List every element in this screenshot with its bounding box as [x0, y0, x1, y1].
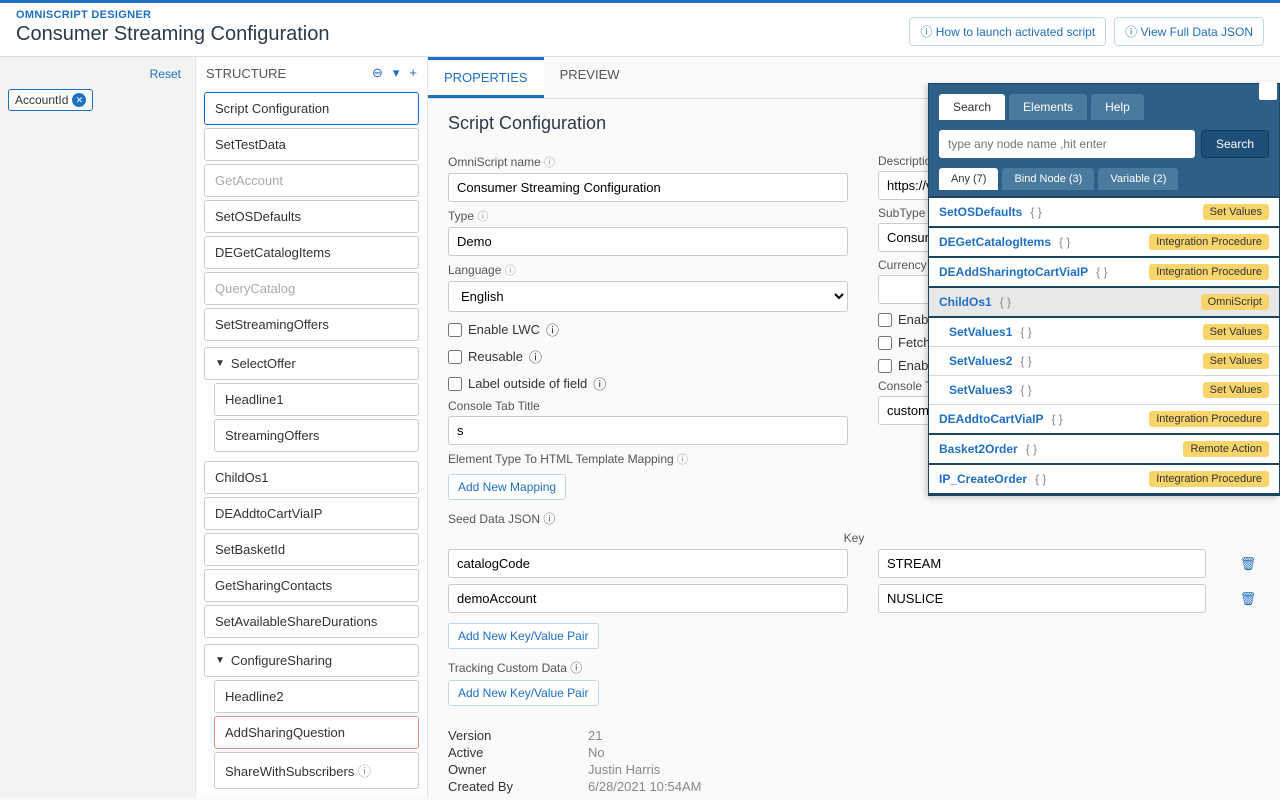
- add-icon[interactable]: +: [409, 65, 417, 81]
- result-badge: Integration Procedure: [1149, 411, 1269, 427]
- name-input[interactable]: [448, 173, 848, 202]
- structure-group-selectoffer[interactable]: ▼ SelectOffer: [204, 347, 419, 380]
- structure-item[interactable]: Headline1: [214, 383, 419, 416]
- result-badge: Set Values: [1203, 204, 1269, 220]
- language-select[interactable]: English: [448, 281, 848, 312]
- search-result-item[interactable]: SetValues1{ }Set Values: [929, 318, 1279, 347]
- search-result-item[interactable]: Basket2Order{ }Remote Action: [929, 435, 1279, 465]
- result-badge: Set Values: [1203, 324, 1269, 340]
- label-console-title: Console Tab Title: [448, 399, 848, 413]
- type-input[interactable]: [448, 227, 848, 256]
- trash-icon[interactable]: 🗑: [1236, 591, 1260, 607]
- structure-item[interactable]: SetStreamingOffers: [204, 308, 419, 341]
- label-mapping: Element Type To HTML Template Mapping ⓘ: [448, 451, 848, 467]
- close-icon[interactable]: ✕: [72, 93, 86, 107]
- label-language: Language ⓘ: [448, 262, 848, 278]
- tab-preview[interactable]: PREVIEW: [544, 57, 636, 98]
- result-badge: Set Values: [1203, 353, 1269, 369]
- structure-item[interactable]: SetTestData: [204, 128, 419, 161]
- search-result-item[interactable]: SetValues2{ }Set Values: [929, 347, 1279, 376]
- filter-variable[interactable]: Variable (2): [1098, 168, 1178, 190]
- seed-key-input[interactable]: [448, 584, 848, 613]
- reset-link[interactable]: Reset: [8, 65, 187, 89]
- caret-icon: ▼: [215, 358, 225, 369]
- structure-item[interactable]: DEGetCatalogItems: [204, 236, 419, 269]
- structure-item[interactable]: StreamingOffers: [214, 419, 419, 452]
- filter-bind[interactable]: Bind Node (3): [1002, 168, 1094, 190]
- filter-any[interactable]: Any (7): [939, 168, 998, 190]
- add-kv-button[interactable]: Add New Key/Value Pair: [448, 623, 599, 649]
- label-tracking: Tracking Custom Data ⓘ: [448, 659, 1260, 676]
- structure-item[interactable]: Headline2: [214, 680, 419, 713]
- account-id-pill[interactable]: AccountId ✕: [8, 89, 93, 111]
- label-type: Type ⓘ: [448, 208, 848, 224]
- label-name: OmniScript name ⓘ: [448, 154, 848, 170]
- close-panel-button[interactable]: [1259, 82, 1277, 100]
- structure-item[interactable]: QueryCatalog: [204, 272, 419, 305]
- caret-icon: ▼: [215, 655, 225, 666]
- collapse-icon[interactable]: ⊖: [372, 65, 383, 81]
- structure-item[interactable]: GetAccount: [204, 164, 419, 197]
- enable-lwc-checkbox[interactable]: [448, 323, 462, 337]
- structure-item[interactable]: ShareWithSubscribers ⓘ: [214, 752, 419, 789]
- fetch-pic-checkbox[interactable]: [878, 336, 892, 350]
- structure-item[interactable]: GetSharingContacts: [204, 569, 419, 602]
- structure-item[interactable]: DEAddtoCartViaIP: [204, 497, 419, 530]
- search-result-item[interactable]: DEAddSharingtoCartViaIP{ }Integration Pr…: [929, 258, 1279, 288]
- tab-properties[interactable]: PROPERTIES: [428, 57, 544, 98]
- result-badge: Remote Action: [1183, 441, 1269, 457]
- result-badge: Integration Procedure: [1149, 234, 1269, 250]
- seed-value-input[interactable]: [878, 549, 1206, 578]
- enable-t-checkbox[interactable]: [878, 313, 892, 327]
- structure-group-configuresharing[interactable]: ▼ ConfigureSharing: [204, 644, 419, 677]
- trash-icon[interactable]: 🗑: [1236, 556, 1260, 572]
- result-badge: Integration Procedure: [1149, 471, 1269, 487]
- search-button[interactable]: Search: [1201, 130, 1269, 158]
- structure-item[interactable]: SetBasketId: [204, 533, 419, 566]
- enable-u-checkbox[interactable]: [878, 359, 892, 373]
- search-result-item[interactable]: DEGetCatalogItems{ }Integration Procedur…: [929, 228, 1279, 258]
- result-badge: Set Values: [1203, 382, 1269, 398]
- seed-key-input[interactable]: [448, 549, 848, 578]
- search-result-item[interactable]: IP_CreateOrder{ }Integration Procedure: [929, 465, 1279, 495]
- how-to-launch-button[interactable]: How to launch activated script: [909, 17, 1106, 46]
- search-tab[interactable]: Search: [939, 94, 1005, 120]
- elements-tab[interactable]: Elements: [1009, 94, 1087, 120]
- add-mapping-button[interactable]: Add New Mapping: [448, 474, 566, 500]
- search-input[interactable]: [939, 130, 1195, 158]
- page-title: Consumer Streaming Configuration: [16, 23, 330, 46]
- result-badge: OmniScript: [1201, 294, 1269, 310]
- structure-heading: STRUCTURE: [206, 66, 286, 81]
- help-tab[interactable]: Help: [1091, 94, 1144, 120]
- add-kv-tracking-button[interactable]: Add New Key/Value Pair: [448, 680, 599, 706]
- seed-value-input[interactable]: [878, 584, 1206, 613]
- search-result-item[interactable]: SetOSDefaults{ }Set Values: [929, 198, 1279, 228]
- search-panel: Search Elements Help Search Any (7) Bind…: [928, 83, 1280, 496]
- label-outside-checkbox[interactable]: [448, 377, 462, 391]
- filter-icon[interactable]: ▾: [393, 65, 400, 81]
- result-badge: Integration Procedure: [1149, 264, 1269, 280]
- pill-label: AccountId: [15, 93, 68, 107]
- reusable-checkbox[interactable]: [448, 350, 462, 364]
- structure-item[interactable]: Script Configuration: [204, 92, 419, 125]
- label-seed: Seed Data JSON ⓘ: [448, 510, 1260, 527]
- view-full-json-button[interactable]: View Full Data JSON: [1114, 17, 1264, 46]
- structure-item[interactable]: SetOSDefaults: [204, 200, 419, 233]
- search-result-item[interactable]: DEAddtoCartViaIP{ }Integration Procedure: [929, 405, 1279, 435]
- structure-item[interactable]: ChildOs1: [204, 461, 419, 494]
- console-title-input[interactable]: [448, 416, 848, 445]
- search-result-item[interactable]: ChildOs1{ }OmniScript: [929, 288, 1279, 318]
- breadcrumb: OMNISCRIPT DESIGNER: [16, 9, 330, 21]
- structure-item[interactable]: AddSharingQuestion: [214, 716, 419, 749]
- search-result-item[interactable]: SetValues3{ }Set Values: [929, 376, 1279, 405]
- structure-item[interactable]: SetAvailableShareDurations: [204, 605, 419, 638]
- seed-key-header: Key: [448, 531, 1260, 545]
